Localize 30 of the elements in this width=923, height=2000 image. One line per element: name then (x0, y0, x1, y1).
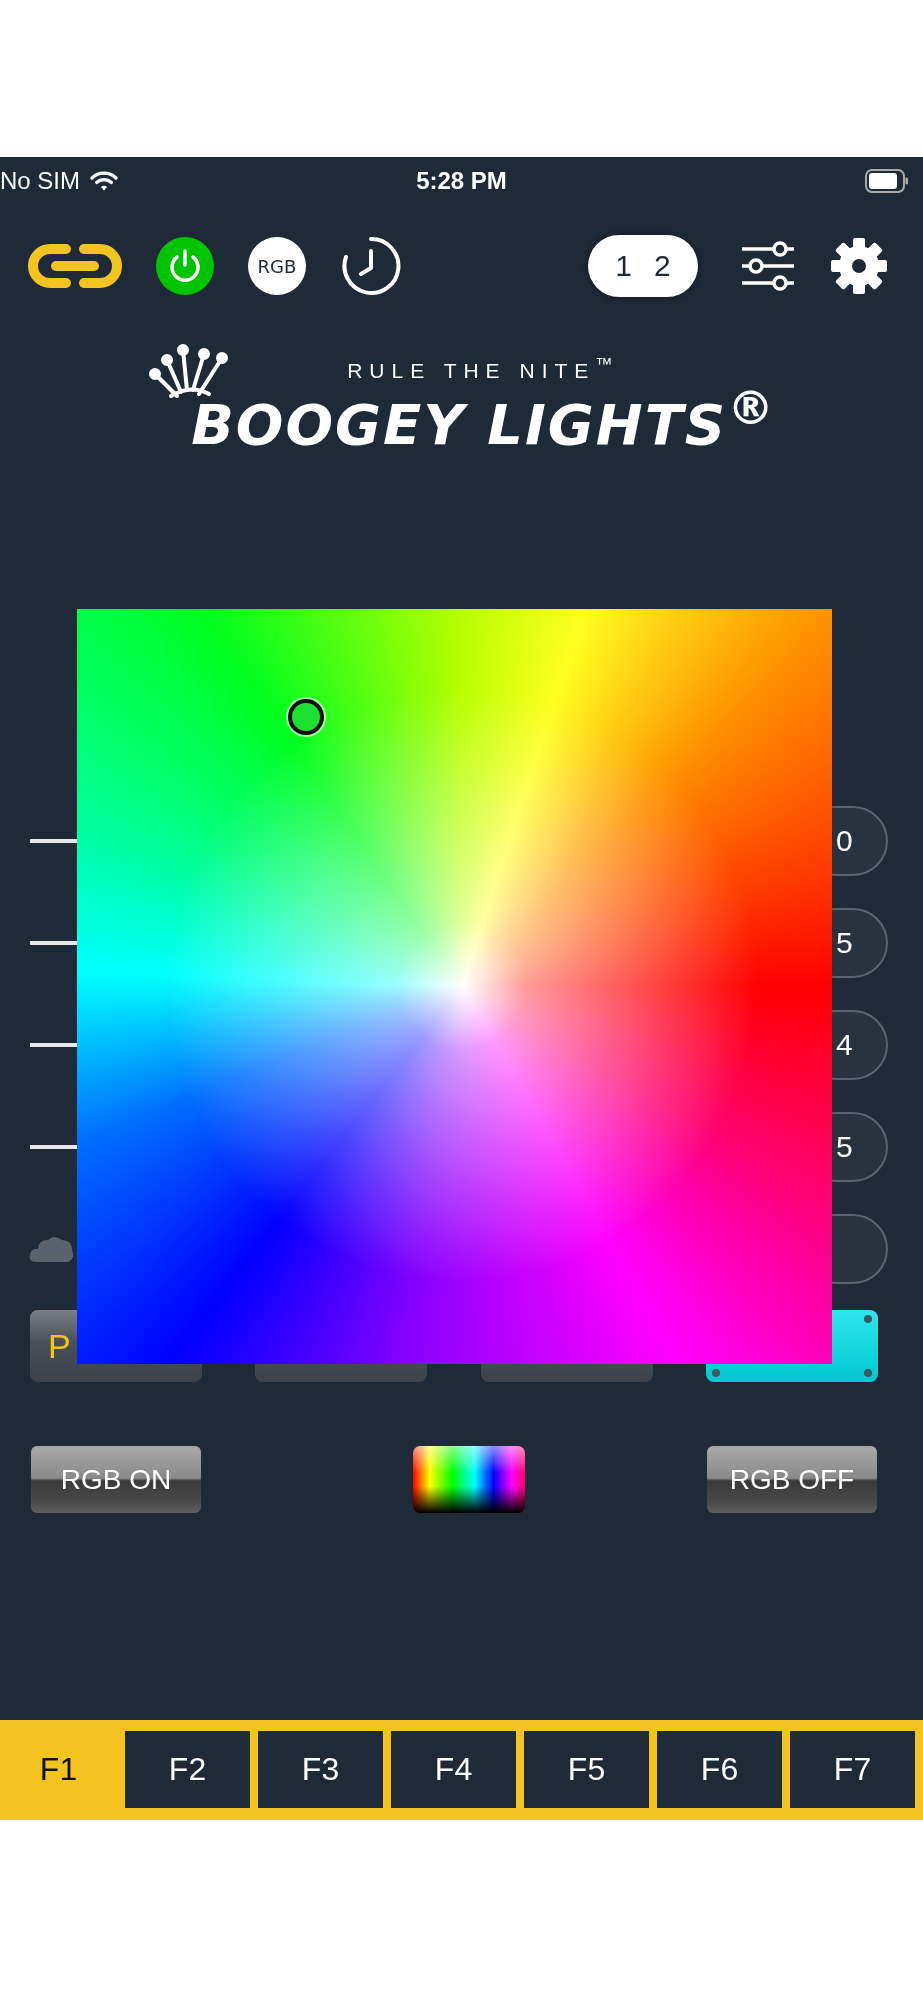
slider-track[interactable] (30, 839, 77, 844)
function-tab[interactable]: F2 (125, 1731, 250, 1808)
function-tab[interactable]: F6 (657, 1731, 782, 1808)
rgb-off-button[interactable]: RGB OFF (707, 1446, 877, 1514)
function-tab[interactable]: F5 (524, 1731, 649, 1808)
link-icon[interactable] (28, 244, 122, 288)
slider-track[interactable] (30, 941, 77, 946)
rgb-button[interactable]: RGB (248, 237, 306, 295)
function-tab[interactable]: F7 (790, 1731, 915, 1808)
zone-selector[interactable]: 1 2 (588, 235, 698, 297)
clock-time: 5:28 PM (416, 167, 507, 195)
picker-thumb[interactable] (288, 699, 324, 735)
zone-number[interactable]: 1 (615, 249, 632, 283)
zone-number[interactable]: 2 (654, 249, 671, 283)
sliders-icon[interactable] (740, 241, 796, 291)
settings-icon[interactable] (830, 237, 888, 295)
function-tab[interactable]: F3 (258, 1731, 383, 1808)
logo-tagline: RULE THE NITE$^{™}$ (347, 354, 620, 383)
battery-icon (865, 169, 909, 193)
rgb-on-button[interactable]: RGB ON (31, 1446, 201, 1514)
color-picker-dialog[interactable] (77, 609, 832, 1364)
slider-track[interactable] (30, 1043, 77, 1048)
slider-track[interactable] (30, 1145, 77, 1150)
carrier-label: No SIM (0, 167, 80, 195)
logo-wordmark: BOOGEY LIGHTS$^{®}$ (191, 383, 776, 456)
color-spectrum-button[interactable] (413, 1446, 525, 1514)
function-tab[interactable]: F4 (391, 1731, 516, 1808)
wifi-icon (90, 170, 118, 192)
power-button[interactable] (156, 237, 214, 295)
timer-icon[interactable] (340, 235, 402, 297)
